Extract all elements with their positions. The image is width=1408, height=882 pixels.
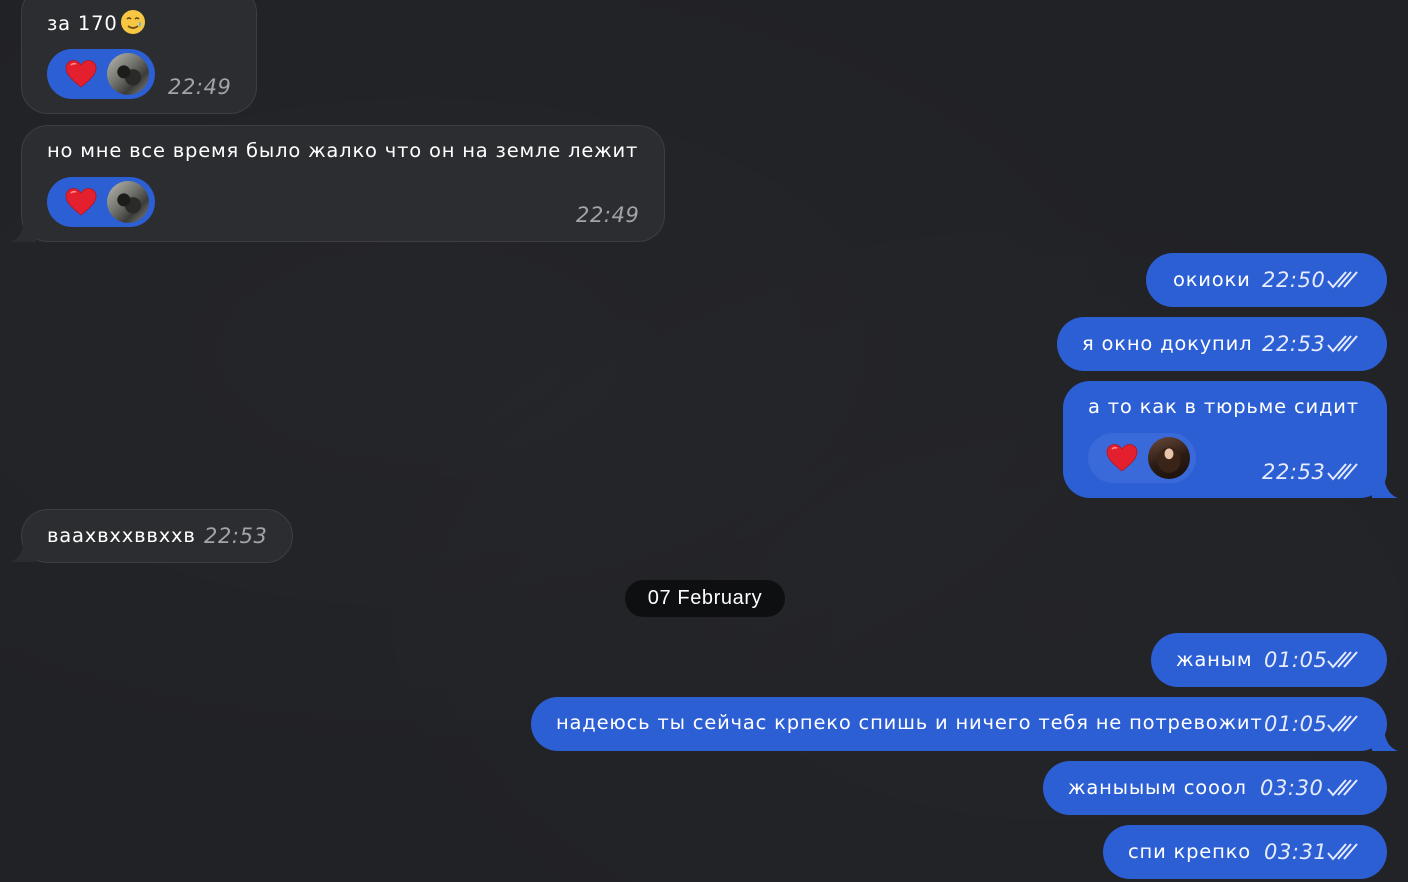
message-text: спи крепко	[1128, 840, 1251, 863]
reaction-pill[interactable]	[1088, 433, 1196, 483]
incoming-message[interactable]: ваахвххввххв 22:53	[21, 509, 293, 563]
message-text: а то как в тюрьме сидит	[1088, 395, 1359, 418]
message-time: 22:53	[1262, 460, 1326, 484]
outgoing-message[interactable]: жаным 01:05	[1151, 633, 1387, 687]
outgoing-message[interactable]: я окно докупил 22:53	[1057, 317, 1387, 371]
crying-smile-emoji-icon	[120, 10, 145, 34]
message-text: я окно докупил	[1082, 332, 1253, 355]
message-text: жаныыым сооол	[1068, 776, 1247, 799]
message-text: жаным	[1176, 648, 1253, 671]
message-text: ваахвххввххв	[47, 524, 196, 547]
outgoing-message[interactable]: жаныыым сооол 03:30	[1043, 761, 1387, 815]
bubble-tail	[1372, 477, 1398, 498]
message-time: 03:30	[1260, 776, 1324, 800]
message-text: окиоки	[1173, 268, 1251, 291]
reaction-pill[interactable]	[47, 177, 155, 227]
chat-view: за 170 22:49 но мне все время было жалко…	[0, 0, 1408, 882]
outgoing-message[interactable]: надеюсь ты сейчас крпеко спишь и ничего …	[531, 697, 1387, 751]
message-text: но мне все время было жалко что он на зе…	[47, 139, 639, 162]
reactor-avatar[interactable]	[1148, 437, 1190, 479]
bubble-tail	[10, 221, 36, 242]
read-checkmarks-icon	[1327, 715, 1358, 733]
read-checkmarks-icon	[1327, 335, 1358, 353]
bubble-tail	[1372, 730, 1398, 751]
reactor-avatar[interactable]	[107, 181, 149, 223]
heart-icon	[65, 60, 97, 88]
message-time: 22:53	[204, 524, 268, 548]
message-time: 22:50	[1262, 268, 1326, 292]
message-time: 01:05	[1264, 712, 1328, 736]
bubble-tail	[10, 541, 36, 562]
incoming-message[interactable]: за 170 22:49	[21, 0, 257, 114]
message-time: 22:53	[1262, 332, 1326, 356]
message-text: надеюсь ты сейчас крпеко спишь и ничего …	[556, 711, 1263, 734]
message-time: 01:05	[1264, 648, 1328, 672]
reaction-pill[interactable]	[47, 49, 155, 99]
read-checkmarks-icon	[1327, 463, 1358, 481]
date-separator: 07 February	[625, 580, 785, 617]
message-time: 22:49	[168, 75, 232, 99]
heart-icon	[65, 188, 97, 216]
read-checkmarks-icon	[1327, 779, 1358, 797]
outgoing-message[interactable]: окиоки 22:50	[1146, 253, 1387, 307]
reactor-avatar[interactable]	[107, 53, 149, 95]
read-checkmarks-icon	[1327, 271, 1358, 289]
outgoing-message[interactable]: а то как в тюрьме сидит 22:53	[1063, 381, 1387, 498]
message-time: 03:31	[1264, 840, 1328, 864]
incoming-message[interactable]: но мне все время было жалко что он на зе…	[21, 125, 665, 242]
read-checkmarks-icon	[1327, 651, 1358, 669]
heart-icon	[1106, 444, 1138, 472]
outgoing-message[interactable]: спи крепко 03:31	[1103, 825, 1387, 879]
read-checkmarks-icon	[1327, 843, 1358, 861]
message-text: за 170	[47, 12, 118, 35]
message-time: 22:49	[576, 203, 640, 227]
